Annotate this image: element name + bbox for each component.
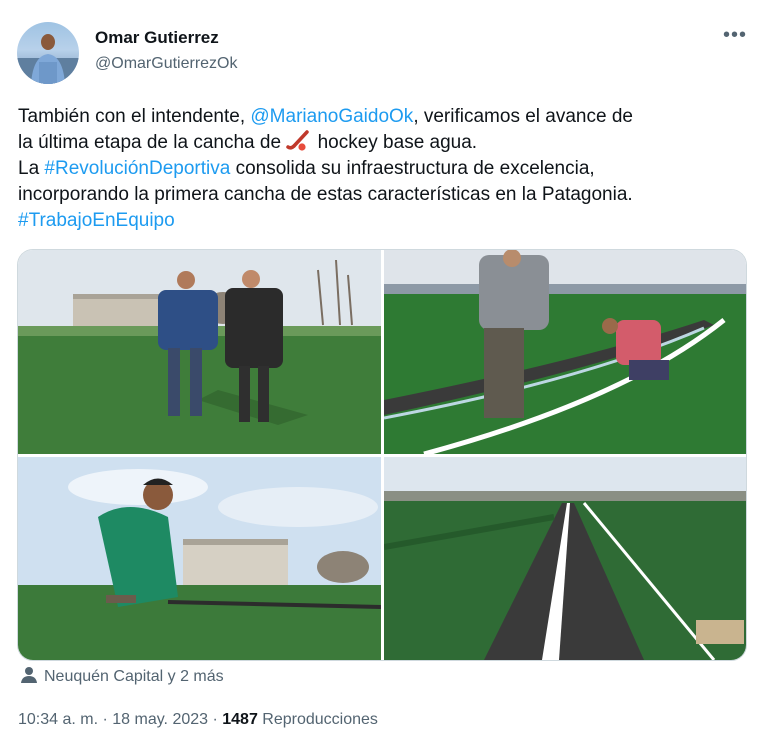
tweet-line-3: La #RevoluciónDeportiva consolida su inf… <box>18 156 758 182</box>
tweet-card: Omar Gutierrez @OmarGutierrezOk ••• Tamb… <box>0 0 770 728</box>
person-pin-icon <box>20 666 38 689</box>
photo-2[interactable] <box>384 250 746 454</box>
author-name[interactable]: Omar Gutierrez <box>95 28 219 48</box>
tweet-line-5: #TrabajoEnEquipo <box>18 208 758 234</box>
text-segment: consolida su infraestructura de excelenc… <box>230 158 595 179</box>
hashtag-link[interactable]: #TrabajoEnEquipo <box>18 210 175 231</box>
media-grid <box>17 249 747 661</box>
text-segment: , verificamos el avance de <box>413 106 633 127</box>
avatar[interactable] <box>17 22 79 84</box>
photo-1[interactable] <box>18 250 381 454</box>
more-options-icon[interactable]: ••• <box>722 25 748 48</box>
photo-3[interactable] <box>18 457 381 660</box>
text-segment: La <box>18 158 45 179</box>
views-label: Reproducciones <box>257 711 378 728</box>
timestamp[interactable]: 10:34 a. m. · 18 may. 2023 · <box>18 711 222 728</box>
author-handle[interactable]: @OmarGutierrezOk <box>95 55 237 73</box>
hockey-stick-icon <box>286 130 312 152</box>
tweet-text: También con el intendente, @MarianoGaido… <box>18 104 758 234</box>
location-tag[interactable]: Neuquén Capital y 2 más <box>20 666 224 688</box>
views-count: 1487 <box>222 711 258 728</box>
mention-link[interactable]: @MarianoGaidoOk <box>250 106 413 127</box>
hashtag-link[interactable]: #RevoluciónDeportiva <box>44 158 230 179</box>
tweet-metadata: 10:34 a. m. · 18 may. 2023 · 1487 Reprod… <box>18 711 378 729</box>
tweet-line-2: la última etapa de la cancha de hockey b… <box>18 130 758 156</box>
photo-4[interactable] <box>384 457 746 660</box>
text-segment: hockey base agua. <box>312 132 478 153</box>
text-segment: También con el intendente, <box>18 106 251 127</box>
text-segment: la última etapa de la cancha de <box>18 132 287 153</box>
tweet-line-4: incorporando la primera cancha de estas … <box>18 184 633 205</box>
tweet-line-1: También con el intendente, @MarianoGaido… <box>18 104 758 130</box>
location-label: Neuquén Capital y 2 más <box>44 668 224 685</box>
